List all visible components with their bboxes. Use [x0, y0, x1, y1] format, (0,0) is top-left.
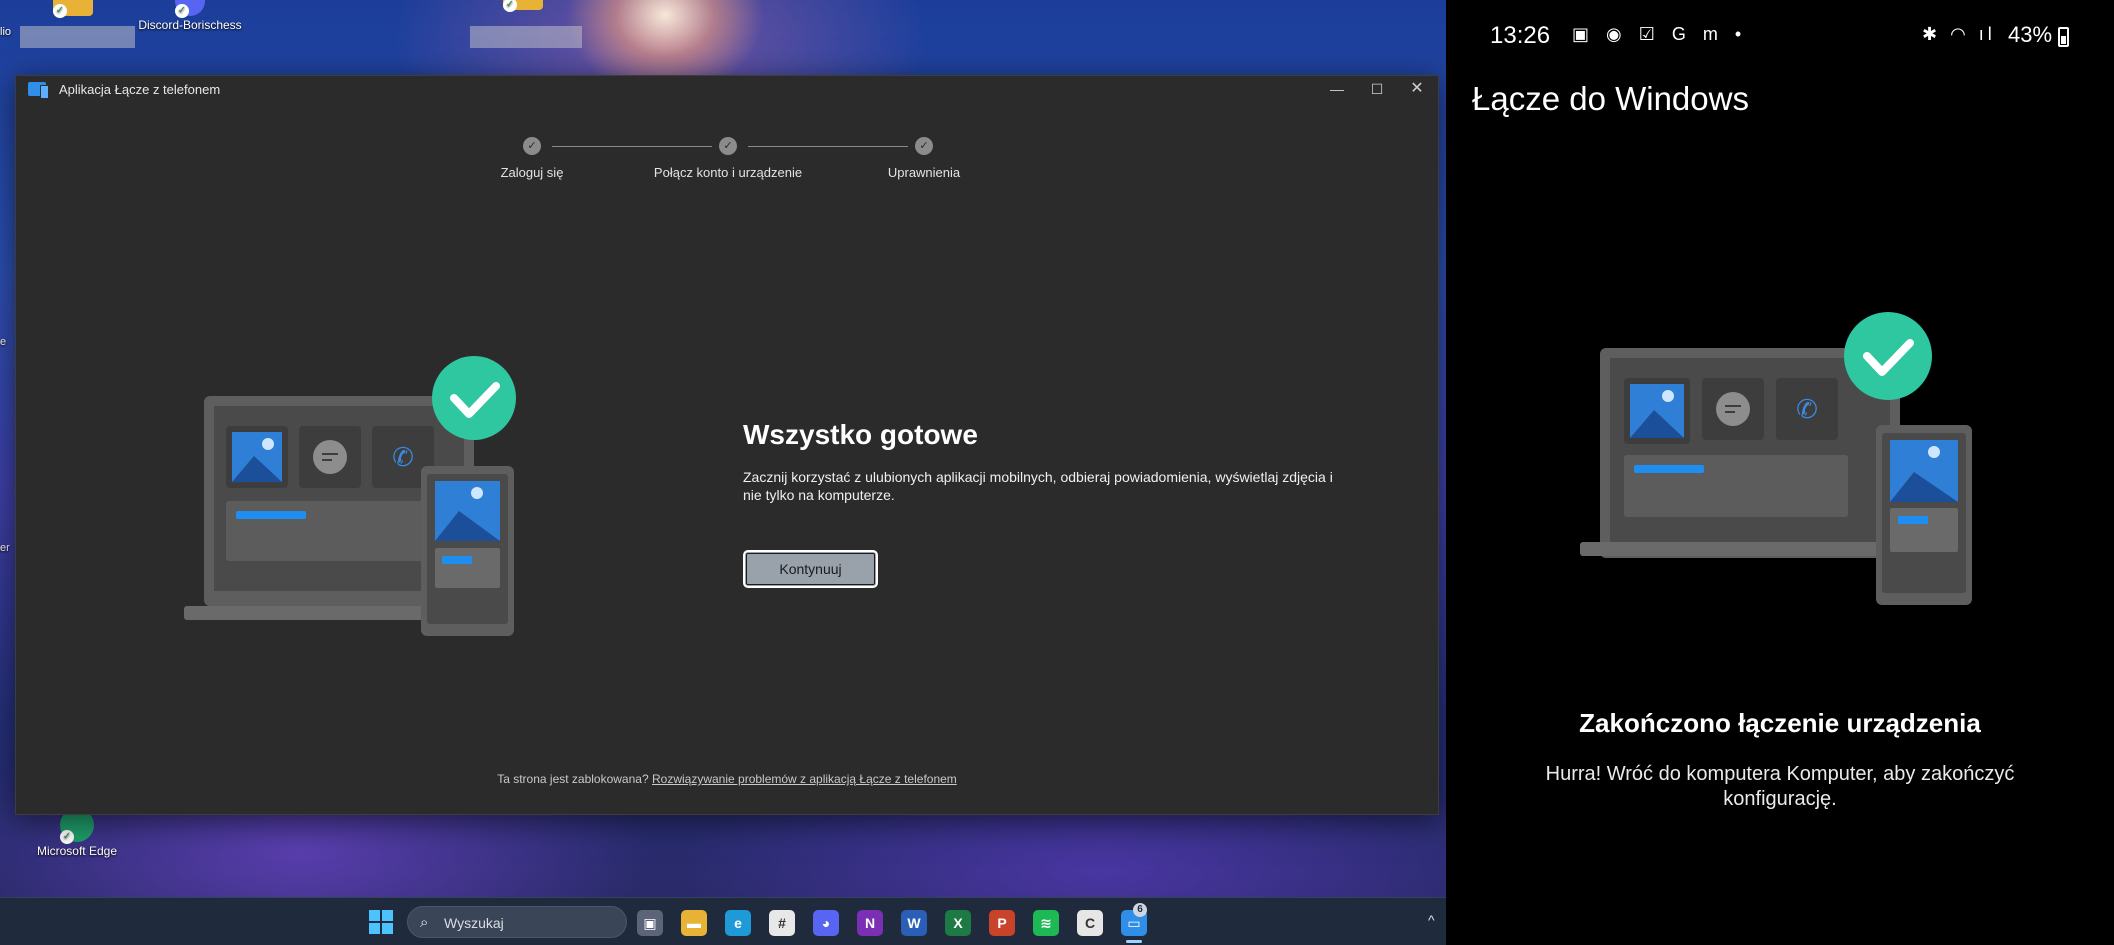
word-icon[interactable]: W [901, 910, 927, 936]
continue-button[interactable]: Kontynuuj [743, 550, 878, 588]
chat-icon [1716, 392, 1750, 426]
phone-link-window: Aplikacja Łącze z telefonem — ☐ ✕ ✓ ✓ ✓ … [15, 75, 1439, 815]
phone-clock: 13:26 [1490, 22, 1551, 49]
phone-app-title: Łącze do Windows [1472, 80, 1749, 117]
windows-start-icon[interactable] [369, 910, 393, 934]
title-bar[interactable]: Aplikacja Łącze z telefonem — ☐ ✕ [16, 76, 1438, 102]
success-check-icon [432, 356, 516, 440]
close-button[interactable]: ✕ [1397, 78, 1437, 100]
footer-text: Ta strona jest zablokowana? [497, 772, 649, 786]
notification-badge: 6 [1133, 903, 1147, 917]
troubleshoot-footer: Ta strona jest zablokowana? Rozwiązywani… [16, 772, 1438, 786]
generic-app-icon[interactable]: C [1077, 910, 1103, 936]
file-explorer-icon[interactable]: ▬ [681, 910, 707, 936]
page-title: Wszystko gotowe [743, 419, 978, 450]
maximize-button[interactable]: ☐ [1357, 78, 1397, 100]
chat-icon [313, 440, 347, 474]
slack-icon[interactable]: # [769, 910, 795, 936]
folder-icon: ✓ [503, 0, 543, 12]
phone-battery-percent: 43% [2008, 22, 2053, 47]
desktop-icon-folder-2[interactable]: ✓ [468, 0, 578, 12]
edge-icon[interactable]: e [725, 910, 751, 936]
phone-notification-icons: ▣ ◉ ☑ G m • [1572, 24, 1748, 44]
powerpoint-icon[interactable]: P [989, 910, 1015, 936]
taskbar-search[interactable]: ⌕ Wyszukaj [407, 906, 627, 938]
desktop-icon-discord[interactable]: ✓ Discord-Borischess [135, 0, 245, 32]
discord-icon: ✓ [175, 0, 205, 18]
desktop-edge-label: e [0, 336, 7, 348]
search-icon: ⌕ [420, 914, 429, 931]
spotify-icon[interactable]: ≋ [1033, 910, 1059, 936]
redacted-label [20, 26, 135, 48]
step-label-connect: Połącz konto i urządzenie [653, 165, 803, 180]
devices-illustration: ✆ [184, 356, 516, 636]
discord-icon[interactable]: ◕ [813, 910, 839, 936]
step-label-sign-in: Zaloguj się [500, 165, 564, 180]
step-connector [748, 146, 908, 147]
step-check-icon: ✓ [719, 137, 737, 155]
page-description: Zacznij korzystać z ulubionych aplikacji… [743, 469, 1333, 503]
phone-call-icon: ✆ [392, 443, 414, 473]
minimize-button[interactable]: — [1317, 78, 1357, 100]
desktop-edge-label: er [0, 542, 10, 554]
phone-screen: 13:26 ▣ ◉ ☑ G m • ✱ ◠ ıl 43% Łącze do Wi… [1446, 0, 2114, 945]
phone-heading: Zakończono łączenie urządzenia [1579, 708, 1981, 738]
phone-devices-illustration: ✆ [1580, 312, 1972, 605]
desktop-icon-label: Discord-Borischess [138, 18, 242, 32]
phone-call-icon: ✆ [1796, 395, 1818, 425]
active-app-indicator [1126, 940, 1142, 943]
phone-connectivity-icons: ✱ ◠ ıl [1922, 24, 1996, 44]
step-check-icon: ✓ [523, 137, 541, 155]
search-placeholder: Wyszukaj [444, 915, 504, 931]
task-view-icon[interactable]: ▣ [637, 910, 663, 936]
desktop-icon-edge[interactable]: ✓ Microsoft Edge [22, 808, 132, 858]
folder-icon: ✓ [53, 0, 93, 18]
desktop-icon-folder-1[interactable]: ✓ [18, 0, 128, 18]
onenote-icon[interactable]: N [857, 910, 883, 936]
phone-description: Hurra! Wróć do komputera Komputer, aby z… [1545, 763, 2015, 810]
step-label-permissions: Uprawnienia [887, 165, 961, 180]
phone-link-app-icon [28, 82, 49, 99]
step-check-icon: ✓ [915, 137, 933, 155]
battery-icon [2058, 27, 2069, 47]
tray-chevron-icon[interactable]: ^ [1428, 912, 1435, 928]
desktop-icon-label: Microsoft Edge [36, 844, 118, 858]
success-check-icon [1844, 312, 1932, 400]
window-title: Aplikacja Łącze z telefonem [59, 82, 221, 97]
content-panel [226, 501, 434, 561]
taskbar: ⌕ Wyszukaj ▣ ▬ e # ◕ N W X P ≋ C ▭ 6 ^ [0, 897, 1446, 945]
redacted-label [470, 26, 582, 48]
troubleshoot-link[interactable]: Rozwiązywanie problemów z aplikacją Łącz… [652, 772, 957, 786]
excel-icon[interactable]: X [945, 910, 971, 936]
desktop-edge-label: lio [0, 26, 12, 38]
step-connector [552, 146, 712, 147]
